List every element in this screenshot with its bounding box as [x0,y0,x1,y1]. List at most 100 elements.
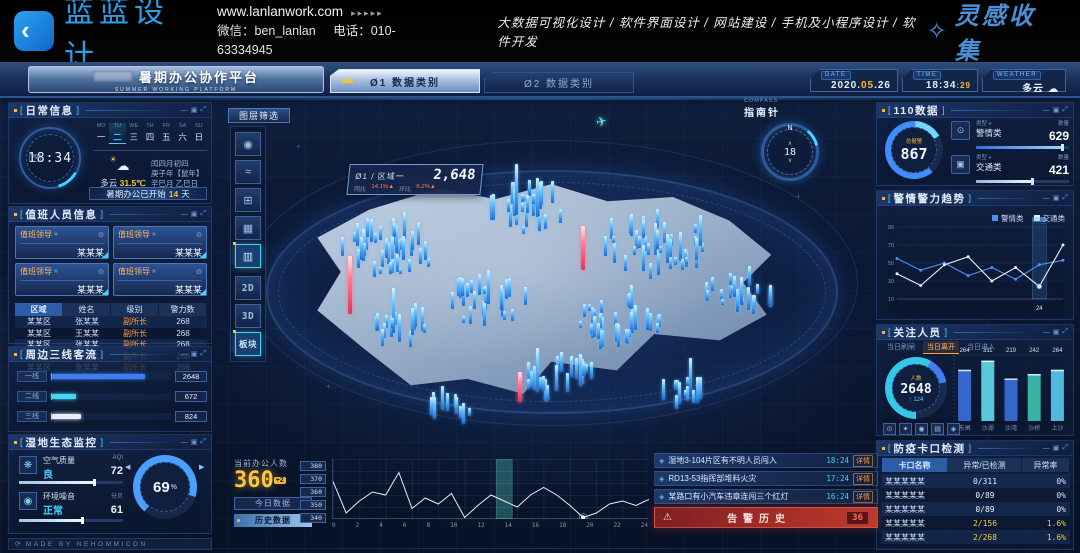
camera-icon[interactable]: ⊙ [98,231,104,239]
panel-expand-icon[interactable]: ⤢ [1062,328,1068,336]
x-axis-tick: 20 [586,522,593,529]
panel-collapse-icon[interactable]: — [1043,445,1050,452]
leaf-icon: ❋ [19,456,37,474]
duty-leader-card[interactable]: 值班领导 » ⊙ 某某某 [113,263,207,296]
alert-detail-button[interactable]: 详情 [853,455,873,467]
layer-tool-button[interactable]: ⊞ [235,188,261,212]
panel-collapse-icon[interactable]: — [181,211,188,218]
cloud-icon: ☁ [1048,84,1059,95]
duty-leader-card[interactable]: 值班领导 » ⊙ 某某某 [15,263,109,296]
checkpoint-column-header[interactable]: 异常率 [1022,458,1070,472]
focus-tab[interactable]: 当日刷闸 [883,341,919,354]
duty-leader-card[interactable]: 值班领导 » ⊙ 某某某 [15,226,109,259]
panel-collapse-icon[interactable]: — [181,351,188,358]
layer-tool-button[interactable]: ▦ [235,216,261,240]
calendar-day[interactable]: TH四 [142,123,158,144]
panel-collapse-icon[interactable]: — [181,107,188,114]
checkpoint-table-body: 某某某某某 0/311 0% 某某某某某 0/89 0% 某某某某某 0/89 … [882,474,1070,544]
duty-column-header[interactable]: 姓名 [63,303,111,316]
svg-text:东闸: 东闸 [959,424,971,432]
panel-expand-icon[interactable]: ⤢ [200,210,206,218]
map-mode-button[interactable]: 3D [235,304,261,328]
checkpoint-column-header[interactable]: 卡口名称 [882,458,948,472]
panel-window-icon[interactable]: ▣ [191,210,198,218]
layer-tool-button[interactable]: ◉ [235,132,261,156]
checkpoint-row: 某某某某某 2/156 1.6% [882,516,1070,530]
focus-tool-icon[interactable]: ⊙ [883,423,896,435]
time-pill: TIME 18:34:29 [902,69,978,92]
panel-collapse-icon[interactable]: — [1043,329,1050,336]
svg-text:311: 311 [983,348,993,354]
panel-expand-icon[interactable]: ⤢ [1062,444,1068,452]
duty-column-header[interactable]: 级别 [111,303,159,316]
panel-window-icon[interactable]: ▣ [191,350,198,358]
calendar-day[interactable]: SU日 [191,123,207,144]
camera-icon[interactable]: ⊙ [196,268,202,276]
alert-row[interactable]: ◈ 某路口有小汽车违章连闯三个红灯 16:24 详情 [654,489,878,504]
panel-window-icon[interactable]: ▣ [191,106,198,114]
map-mode-button[interactable]: 板块 [235,332,261,356]
layer-tool-button[interactable]: ≈ [235,160,261,184]
panel-collapse-icon[interactable]: — [1043,195,1050,202]
data-category-tab[interactable]: Ø2 数据类别 [484,72,634,93]
y-axis-tick: 340 [300,513,326,523]
panel-expand-icon[interactable]: ⤢ [200,350,206,358]
map-mode-button[interactable]: 2D [235,276,261,300]
panel-110-data: [110数据]—▣⤢ 总报警867 ⊙ 类型 » 警情类 数量629 ▣ 类型 … [876,102,1074,186]
map-tooltip: Ø1 / 区域一2,648 同比14.1%▲ 环比6.2%▲ [346,164,483,195]
alert-detail-button[interactable]: 详情 [853,473,873,485]
gauge-left-arrow-icon[interactable]: ◀ [125,463,130,471]
camera-icon[interactable]: ⊙ [196,231,202,239]
focus-tool-icon[interactable]: ▤ [931,423,944,435]
calendar-day[interactable]: MO一 [93,123,109,144]
panel-window-icon[interactable]: ▣ [1053,194,1060,202]
panel-expand-icon[interactable]: ⤢ [200,106,206,114]
north-label: N [787,125,792,132]
noise-metric: ◉ 环境噪音 正常 分贝61 [19,491,123,517]
camera-icon[interactable]: ⊙ [98,268,104,276]
data-category-tab[interactable]: Ø1 数据类别 [330,69,480,93]
calendar-day[interactable]: WE三 [126,123,142,144]
layer-tool-icon: ⊞ [243,194,252,207]
inspiration-label: 灵感收集 [955,0,1054,66]
duty-column-header[interactable]: 区域 [15,303,63,316]
y-axis-tick: 370 [300,474,326,484]
focus-tool-icon[interactable]: ◉ [915,423,928,435]
alert-type-icon: ◈ [659,493,664,501]
duty-leader-card[interactable]: 值班领导 » ⊙ 某某某 [113,226,207,259]
office-history-chart [332,459,648,519]
flow-line-label: 一线 [17,371,47,382]
panel-window-icon[interactable]: ▣ [191,438,198,446]
checkpoint-column-header[interactable]: 异常/已检测 [948,458,1022,472]
alert-detail-button[interactable]: 详情 [853,491,873,503]
panel-expand-icon[interactable]: ⤢ [1062,194,1068,202]
gauge-right-arrow-icon[interactable]: ▶ [199,463,204,471]
alert-history-bar[interactable]: ⚠ 告警历史 36 [654,507,878,528]
calendar-day[interactable]: TU二 [109,123,125,144]
inspiration-brand[interactable]: ✧ 灵感收集 [927,0,1054,66]
cloud-sun-icon: ☀☁ [117,158,130,173]
svg-text:沙桥: 沙桥 [1028,424,1040,432]
site-header: ‹ 蓝蓝设计 www.lanlanwork.com▸▸▸▸▸ 微信：ben_la… [0,0,1080,62]
panel-window-icon[interactable]: ▣ [1053,328,1060,336]
screen: ‹ 蓝蓝设计 www.lanlanwork.com▸▸▸▸▸ 微信：ben_la… [0,0,1080,553]
calendar-day[interactable]: FR五 [158,123,174,144]
layer-tool-button[interactable]: ▥ [235,244,261,268]
header-contact-block: www.lanlanwork.com▸▸▸▸▸ 微信：ben_lanlan 电话… [217,2,449,60]
panel-window-icon[interactable]: ▣ [1053,106,1060,114]
ampm-badge: PM [29,154,41,162]
compass-dial[interactable]: N ∧ 18 ∨ [761,123,819,181]
wechat-value: ben_lanlan [255,24,316,38]
focus-tool-icon[interactable]: ✦ [899,423,912,435]
duty-column-header[interactable]: 警力数 [159,303,207,316]
panel-expand-icon[interactable]: ⤢ [200,438,206,446]
panel-collapse-icon[interactable]: — [1043,107,1050,114]
calendar-day[interactable]: SA六 [174,123,190,144]
website-link[interactable]: www.lanlanwork.com [217,4,343,19]
alert-row[interactable]: ◈ RD13-53指挥部堆料火灾 17:24 详情 [654,471,878,486]
alert-row[interactable]: ◈ 湿地3-104片区有不明人员闯入 18:24 详情 [654,453,878,468]
panel-police-trend: [警情警力趋势]—▣⤢ 警情类 交通类 907050301024 [876,190,1074,320]
panel-window-icon[interactable]: ▣ [1053,444,1060,452]
panel-expand-icon[interactable]: ⤢ [1062,106,1068,114]
panel-collapse-icon[interactable]: — [181,439,188,446]
